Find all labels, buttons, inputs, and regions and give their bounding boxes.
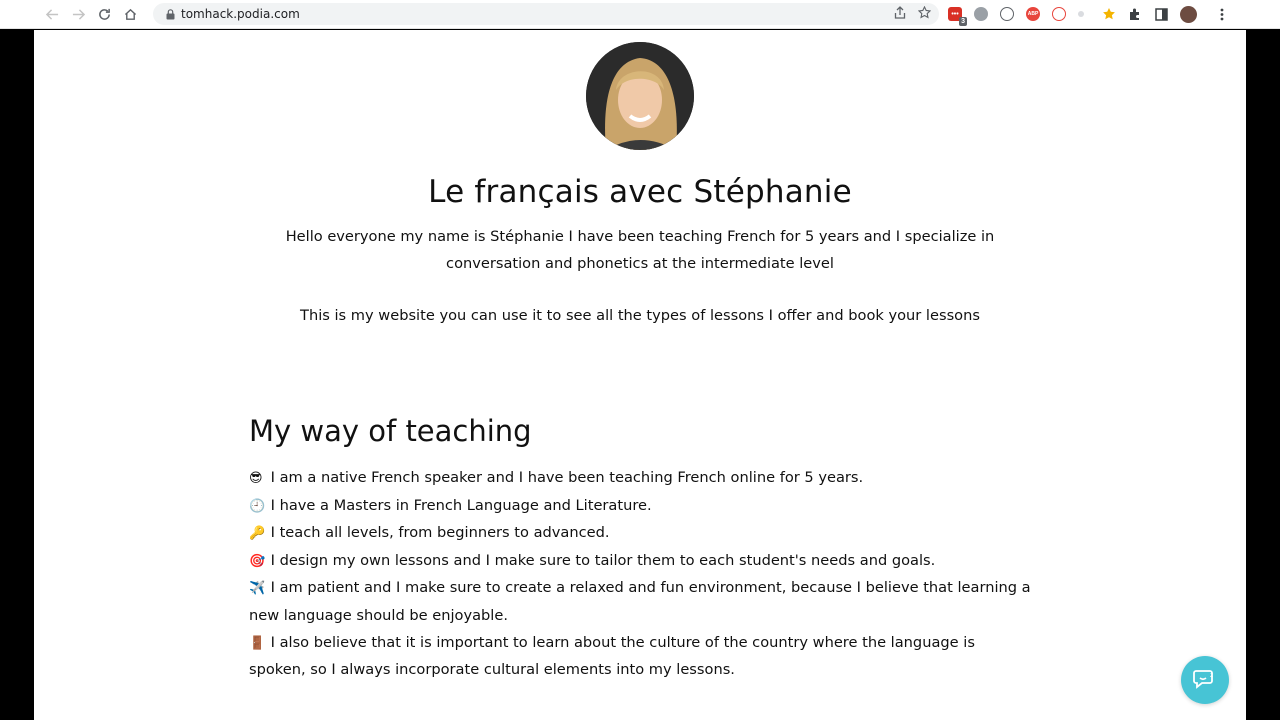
chat-bubble-icon: z <box>1193 670 1213 689</box>
profile-photo-image <box>586 42 694 150</box>
browser-toolbar: tomhack.podia.com ••• 3 ABP <box>0 0 1280 29</box>
extension-dot-icon[interactable] <box>1078 11 1084 17</box>
list-item-text: I also believe that it is important to l… <box>249 633 975 679</box>
target-emoji-icon: 🎯 <box>249 553 266 569</box>
list-item-text: I am a native French speaker and I have … <box>270 469 864 486</box>
chat-button[interactable]: z <box>1181 656 1229 704</box>
home-icon <box>124 8 136 20</box>
intro-paragraph: Hello everyone my name is Stéphanie I ha… <box>285 228 995 272</box>
back-button[interactable] <box>39 1 65 27</box>
forward-arrow-icon <box>72 8 85 20</box>
list-item: 🚪 I also believe that it is important to… <box>249 630 1034 684</box>
list-item: 🕘 I have a Masters in French Language an… <box>249 493 1034 521</box>
list-item-text: I am patient and I make sure to create a… <box>249 579 1031 624</box>
lock-icon <box>164 7 176 21</box>
address-bar-actions <box>894 5 932 22</box>
sunglasses-emoji-icon: 😎 <box>249 471 263 486</box>
list-item: ✈️ I am patient and I make sure to creat… <box>249 575 1034 629</box>
extension-badge: 3 <box>959 17 967 26</box>
nav-buttons <box>39 1 143 27</box>
airplane-emoji-icon: ✈️ <box>249 581 266 597</box>
star-extension-icon[interactable] <box>1102 7 1116 21</box>
bookmark-star-icon[interactable] <box>917 5 932 22</box>
teaching-list: 😎 I am a native French speaker and I hav… <box>249 465 1034 684</box>
extensions-row: ••• 3 ABP <box>948 4 1241 26</box>
clock-emoji-icon: 🕘 <box>249 498 266 514</box>
share-icon[interactable] <box>894 6 906 22</box>
page-title: Le français avec Stéphanie <box>428 174 852 210</box>
extension-red-icon[interactable]: ••• 3 <box>948 7 967 26</box>
list-item: 😎 I am a native French speaker and I hav… <box>249 465 1034 493</box>
address-bar[interactable]: tomhack.podia.com <box>153 3 939 25</box>
forward-button[interactable] <box>65 1 91 27</box>
list-item-text: I teach all levels, from beginners to ad… <box>270 524 610 542</box>
list-item-text: I have a Masters in French Language and … <box>270 496 652 514</box>
list-item: 🎯 I design my own lessons and I make sur… <box>249 548 1034 576</box>
side-panel-icon[interactable] <box>1154 7 1168 21</box>
reload-icon <box>98 8 110 20</box>
home-button[interactable] <box>117 1 143 27</box>
section-heading: My way of teaching <box>249 414 532 448</box>
shield-extension-icon[interactable] <box>1052 7 1066 21</box>
left-black-bar <box>0 0 34 720</box>
door-emoji-icon: 🚪 <box>249 635 266 651</box>
list-item: 🔑 I teach all levels, from beginners to … <box>249 520 1034 548</box>
reload-button[interactable] <box>91 1 117 27</box>
extension-circle-icon[interactable] <box>974 7 988 21</box>
url-text: tomhack.podia.com <box>181 7 300 21</box>
profile-photo <box>586 42 694 150</box>
right-black-bar <box>1246 0 1280 720</box>
puzzle-extensions-icon[interactable] <box>1128 7 1142 21</box>
adblock-icon[interactable]: ABP <box>1026 7 1040 21</box>
page-content: Le français avec Stéphanie Hello everyon… <box>34 30 1246 720</box>
intro-paragraph-2: This is my website you can use it to see… <box>300 307 980 324</box>
back-arrow-icon <box>45 8 58 20</box>
profile-avatar-icon[interactable] <box>1180 5 1197 23</box>
svg-text:z: z <box>1210 672 1213 679</box>
key-emoji-icon: 🔑 <box>249 526 266 542</box>
kebab-menu-icon[interactable] <box>1215 7 1229 21</box>
list-item-text: I design my own lessons and I make sure … <box>270 551 936 569</box>
extension-gauge-icon[interactable] <box>1000 7 1014 21</box>
